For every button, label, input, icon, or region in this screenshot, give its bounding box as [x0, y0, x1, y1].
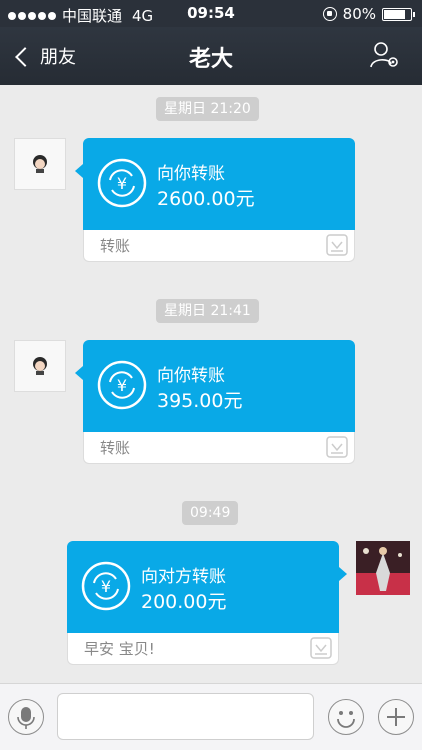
- more-button[interactable]: [378, 699, 414, 735]
- transfer-card-3[interactable]: ¥ 向对方转账 200.00元 早安 宝贝!: [67, 541, 347, 665]
- chat-area[interactable]: 星期日 21:20 ¥ 向你转账 2600.00元 转账 星期日 21:41 ¥…: [0, 85, 422, 683]
- page-title: 老大: [188, 47, 233, 72]
- avatar-contact[interactable]: [14, 340, 66, 392]
- timestamp-3: 09:49: [182, 501, 239, 525]
- transfer-title: 向你转账: [157, 164, 225, 184]
- emoji-button[interactable]: [328, 699, 364, 735]
- yuan-transfer-icon: ¥: [97, 158, 147, 208]
- transfer-title: 向你转账: [157, 366, 225, 386]
- svg-text:¥: ¥: [117, 174, 127, 193]
- transfer-amount: 2600.00元: [157, 188, 255, 210]
- transfer-logo-icon: [310, 637, 332, 659]
- transfer-card-2[interactable]: ¥ 向你转账 395.00元 转账: [75, 340, 355, 464]
- transfer-card-1[interactable]: ¥ 向你转账 2600.00元 转账: [75, 138, 355, 262]
- voice-button[interactable]: [8, 699, 44, 735]
- yuan-transfer-icon: ¥: [97, 360, 147, 410]
- transfer-footer: 早安 宝贝!: [84, 640, 155, 658]
- transfer-amount: 200.00元: [141, 591, 227, 613]
- svg-text:¥: ¥: [117, 376, 127, 395]
- svg-text:¥: ¥: [101, 577, 111, 596]
- smiley-icon: [337, 711, 355, 728]
- transfer-footer: 转账: [100, 439, 131, 457]
- transfer-amount: 395.00元: [157, 390, 243, 412]
- transfer-title: 向对方转账: [141, 567, 226, 587]
- rotation-lock-icon: [322, 7, 337, 21]
- avatar-self[interactable]: [356, 541, 410, 595]
- yuan-transfer-icon: ¥: [81, 561, 131, 611]
- battery-icon: [382, 7, 415, 21]
- timestamp-1: 星期日 21:20: [156, 97, 259, 121]
- transfer-logo-icon: [326, 436, 348, 458]
- transfer-footer: 转账: [100, 237, 131, 255]
- battery-percent: 80%: [342, 5, 376, 23]
- message-input[interactable]: [57, 693, 314, 740]
- input-bar: [0, 683, 422, 750]
- timestamp-2: 星期日 21:41: [156, 299, 259, 323]
- plus-icon: [387, 708, 405, 726]
- avatar-contact[interactable]: [14, 138, 66, 190]
- status-right: 80%: [322, 5, 415, 23]
- nav-bar: 朋友 老大: [0, 27, 422, 85]
- profile-settings-icon[interactable]: [370, 41, 400, 69]
- transfer-logo-icon: [326, 234, 348, 256]
- status-bar: 中国联通 4G 09:54 80%: [0, 0, 422, 27]
- microphone-icon: [17, 707, 35, 729]
